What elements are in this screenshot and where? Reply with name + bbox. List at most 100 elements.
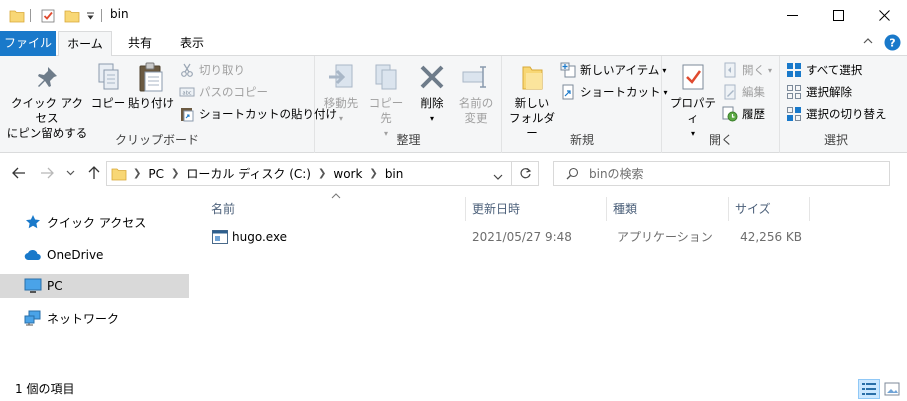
chevron-right-icon[interactable]: ❯ bbox=[367, 168, 379, 179]
chevron-right-icon[interactable]: ❯ bbox=[316, 168, 328, 179]
paste-shortcut-button[interactable]: ショートカットの貼り付け bbox=[178, 104, 337, 124]
navigation-pane: クイック アクセス OneDrive PC ネットワーク bbox=[0, 193, 190, 371]
clipboard-group: クイック アクセス にピン留めする コピー 貼り付け 切り取り abc パスのコ… bbox=[0, 56, 337, 153]
select-all-button[interactable]: すべて選択 bbox=[785, 60, 862, 80]
back-button[interactable] bbox=[9, 163, 29, 183]
move-to-button[interactable]: 移動先 ▾ bbox=[320, 60, 362, 126]
copy-button[interactable]: コピー bbox=[90, 60, 126, 111]
details-view-button[interactable] bbox=[858, 379, 880, 399]
nav-item-pc[interactable]: PC bbox=[0, 274, 189, 298]
organize-group-label: 整理 bbox=[396, 133, 421, 147]
ribbon: クイック アクセス にピン留めする コピー 貼り付け 切り取り abc パスのコ… bbox=[0, 56, 907, 153]
copy-to-button[interactable]: コピー先 ▾ bbox=[364, 60, 408, 141]
open-button[interactable]: 開く ▾ bbox=[721, 60, 772, 80]
details-view-icon bbox=[862, 383, 876, 395]
new-folder-icon bbox=[507, 60, 557, 94]
search-box[interactable]: binの検索 bbox=[553, 161, 890, 186]
rename-button[interactable]: 名前の 変更 bbox=[454, 60, 498, 126]
delete-x-icon bbox=[412, 60, 452, 94]
new-folder-quick-icon[interactable] bbox=[64, 7, 80, 25]
nav-item-network[interactable]: ネットワーク bbox=[0, 306, 189, 330]
breadcrumb-bin[interactable]: bin bbox=[380, 167, 409, 181]
file-size: 42,256 KB bbox=[740, 230, 802, 244]
collapse-ribbon-chevron-icon[interactable] bbox=[862, 35, 874, 50]
edit-icon bbox=[721, 83, 739, 101]
ribbon-tabs: ファイル ホーム 共有 表示 ? bbox=[0, 31, 907, 57]
shortcut-button[interactable]: ショートカット ▾ bbox=[559, 82, 668, 102]
search-icon bbox=[566, 167, 579, 180]
status-bar: 1 個の項目 bbox=[0, 371, 907, 401]
paste-shortcut-icon bbox=[178, 105, 196, 123]
chevron-right-icon[interactable]: ❯ bbox=[131, 168, 143, 179]
breadcrumb-pc[interactable]: PC bbox=[143, 167, 169, 181]
history-button[interactable]: 履歴 bbox=[721, 104, 765, 124]
organize-group: 移動先 ▾ コピー先 ▾ 削除 ▾ 名前の 変更 整理 bbox=[316, 56, 502, 153]
cut-button[interactable]: 切り取り bbox=[178, 60, 245, 80]
tab-share[interactable]: 共有 bbox=[118, 31, 162, 56]
address-history-chevron-icon[interactable] bbox=[493, 170, 503, 184]
open-icon bbox=[721, 61, 739, 79]
maximize-button[interactable] bbox=[815, 0, 861, 31]
customize-toolbar-chevron-icon[interactable] bbox=[86, 7, 95, 25]
copy-path-button[interactable]: abc パスのコピー bbox=[178, 82, 268, 102]
separator bbox=[101, 9, 102, 22]
invert-selection-button[interactable]: 選択の切り替え bbox=[785, 104, 887, 124]
column-header-date[interactable]: 更新日時 bbox=[466, 197, 607, 221]
column-header-size[interactable]: サイズ bbox=[729, 197, 810, 221]
delete-button[interactable]: 削除 ▾ bbox=[412, 60, 452, 126]
window-title: bin bbox=[110, 7, 129, 21]
close-button[interactable] bbox=[861, 0, 907, 31]
help-icon[interactable]: ? bbox=[884, 34, 901, 54]
folder-icon bbox=[111, 167, 127, 181]
shortcut-icon bbox=[559, 83, 577, 101]
maximize-icon bbox=[832, 10, 844, 21]
back-arrow-icon bbox=[12, 167, 25, 179]
new-folder-button[interactable]: 新しい フォルダー bbox=[507, 60, 557, 141]
recent-locations-button[interactable] bbox=[63, 163, 77, 183]
copy-to-icon bbox=[364, 60, 408, 94]
properties-check-icon[interactable] bbox=[40, 7, 56, 25]
file-name: hugo.exe bbox=[232, 230, 288, 244]
new-item-button[interactable]: 新しいアイテム ▾ bbox=[559, 60, 666, 80]
close-icon bbox=[878, 10, 890, 21]
new-group-label: 新規 bbox=[569, 133, 594, 147]
computer-icon bbox=[24, 277, 42, 295]
properties-button[interactable]: プロパティ ▾ bbox=[667, 60, 719, 141]
open-group: プロパティ ▾ 開く ▾ 編集 履歴 開く bbox=[663, 56, 780, 153]
column-header-type[interactable]: 種類 bbox=[607, 197, 729, 221]
folder-icon bbox=[9, 7, 25, 25]
scissors-icon bbox=[178, 61, 196, 79]
title-bar: bin bbox=[0, 0, 907, 31]
minimize-button[interactable] bbox=[769, 0, 815, 31]
tab-view[interactable]: 表示 bbox=[170, 31, 214, 56]
rename-icon bbox=[454, 60, 498, 94]
tab-home[interactable]: ホーム bbox=[58, 31, 112, 57]
column-header-name[interactable]: 名前 bbox=[205, 197, 466, 221]
edit-button[interactable]: 編集 bbox=[721, 82, 765, 102]
breadcrumb-local-disk[interactable]: ローカル ディスク (C:) bbox=[181, 165, 316, 182]
forward-button[interactable] bbox=[37, 163, 57, 183]
paste-icon bbox=[128, 60, 174, 94]
refresh-button[interactable] bbox=[512, 161, 539, 186]
minimize-icon bbox=[786, 15, 798, 16]
nav-item-onedrive[interactable]: OneDrive bbox=[0, 243, 189, 267]
paste-button[interactable]: 貼り付け bbox=[128, 60, 174, 111]
file-list: 名前 更新日時 種類 サイズ hugo.exe 2021/05/27 9:48 … bbox=[200, 193, 907, 371]
select-group-label: 選択 bbox=[823, 133, 848, 147]
tab-file[interactable]: ファイル bbox=[0, 31, 56, 56]
address-bar[interactable]: ❯ PC ❯ ローカル ディスク (C:) ❯ work ❯ bin bbox=[106, 161, 512, 186]
up-button[interactable] bbox=[84, 163, 104, 183]
pin-to-quick-access-button[interactable]: クイック アクセス にピン留めする bbox=[6, 60, 88, 141]
copy-path-icon: abc bbox=[178, 83, 196, 101]
new-item-icon bbox=[559, 61, 577, 79]
invert-selection-icon bbox=[785, 105, 803, 123]
chevron-right-icon[interactable]: ❯ bbox=[169, 168, 181, 179]
select-none-button[interactable]: 選択解除 bbox=[785, 82, 852, 102]
table-row[interactable]: hugo.exe 2021/05/27 9:48 アプリケーション 42,256… bbox=[208, 226, 808, 248]
large-icons-view-button[interactable] bbox=[881, 379, 903, 399]
up-arrow-icon bbox=[88, 166, 100, 179]
cloud-icon bbox=[24, 246, 42, 264]
breadcrumb-work[interactable]: work bbox=[328, 167, 367, 181]
nav-item-quick-access[interactable]: クイック アクセス bbox=[0, 210, 189, 234]
new-group: 新しい フォルダー 新しいアイテム ▾ ショートカット ▾ 新規 bbox=[503, 56, 668, 153]
